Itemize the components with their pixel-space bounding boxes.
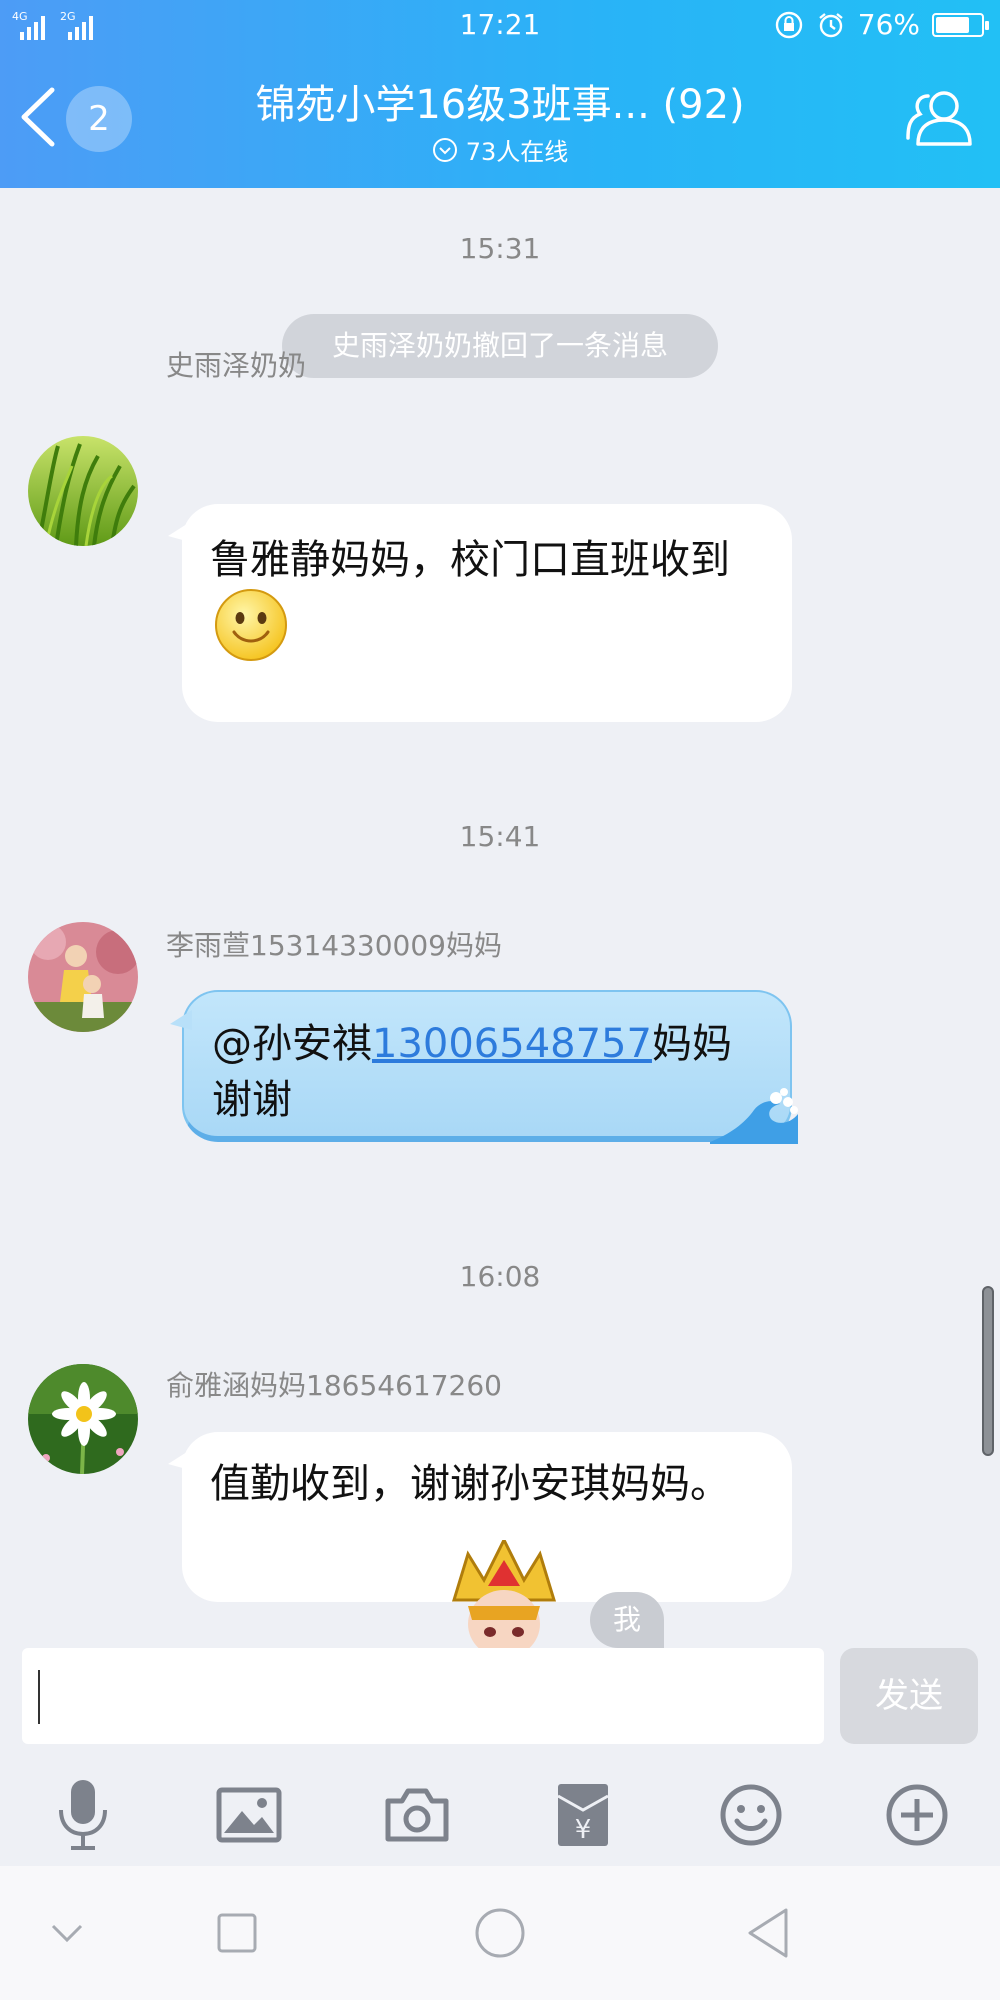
microphone-icon[interactable] xyxy=(38,1770,128,1860)
message-bubble[interactable]: 鲁雅静妈妈，校门口直班收到 xyxy=(168,504,792,722)
red-packet-icon[interactable]: ¥ xyxy=(538,1770,628,1860)
message-input[interactable] xyxy=(22,1648,824,1744)
chevron-down-circle-icon xyxy=(432,137,457,162)
online-count: 73人在线 xyxy=(465,138,569,166)
header-bar: 4G 2G 17:21 76% 2 锦苑小学16级3班事... (92) 73人… xyxy=(0,0,1000,188)
input-toolbar: ¥ xyxy=(0,1770,1000,1860)
image-icon[interactable] xyxy=(204,1770,294,1860)
warrior-sticker[interactable] xyxy=(444,1536,564,1648)
chevron-down-icon[interactable] xyxy=(32,1898,102,1968)
camera-icon[interactable] xyxy=(372,1770,462,1860)
daisy-avatar[interactable] xyxy=(28,1364,138,1474)
message-timestamp: 15:31 xyxy=(459,232,541,265)
sender-name: 李雨萱15314330009妈妈 xyxy=(166,929,502,962)
chat-message-list[interactable]: 15:31 史雨泽奶奶撤回了一条消息 史雨泽奶奶 鲁雅静妈妈，校门口直班收到 1… xyxy=(0,188,1000,1648)
grass-avatar[interactable] xyxy=(28,436,138,546)
system-recall-notice: 史雨泽奶奶撤回了一条消息 xyxy=(282,314,718,378)
battery-icon xyxy=(932,12,989,37)
battery-level xyxy=(936,16,969,33)
battery-percent: 76% xyxy=(857,8,920,41)
sender-name: 史雨泽奶奶 xyxy=(166,349,307,382)
message-timestamp: 15:41 xyxy=(459,820,541,853)
message-timestamp: 16:08 xyxy=(459,1260,541,1293)
message-bubble[interactable]: @孙安祺13006548757妈妈谢谢 xyxy=(170,990,798,1144)
recent-apps-icon[interactable] xyxy=(202,1898,272,1968)
back-triangle-icon[interactable] xyxy=(734,1898,804,1968)
system-nav-bar xyxy=(0,1866,1000,2000)
input-area: 发送 ¥ xyxy=(0,1648,1000,1866)
home-icon[interactable] xyxy=(465,1898,535,1968)
sender-name: 俞雅涵妈妈18654617260 xyxy=(166,1369,502,1402)
children-photo-avatar[interactable] xyxy=(28,922,138,1032)
emoji-icon[interactable] xyxy=(706,1770,796,1860)
phone-link[interactable]: 13006548757 xyxy=(372,1021,652,1067)
smile-emoji-icon xyxy=(215,589,287,661)
message-text: 鲁雅静妈妈，校门口直班收到 xyxy=(210,537,730,583)
svg-text:¥: ¥ xyxy=(575,1815,592,1845)
text-cursor xyxy=(38,1670,40,1724)
scrollbar[interactable] xyxy=(982,1286,994,1456)
online-status[interactable]: 73人在线 xyxy=(0,132,1000,167)
sticker-label: 我 xyxy=(590,1592,664,1648)
message-text: 值勤收到，谢谢孙安琪妈妈。 xyxy=(210,1461,730,1507)
chat-title[interactable]: 锦苑小学16级3班事... (92) xyxy=(170,72,830,130)
group-members-button[interactable] xyxy=(904,82,978,156)
alarm-icon xyxy=(819,12,843,37)
lock-rotation-icon xyxy=(775,11,802,38)
plus-icon[interactable] xyxy=(872,1770,962,1860)
status-right-group: 76% xyxy=(774,8,989,41)
send-button[interactable]: 发送 xyxy=(840,1648,978,1744)
wave-decoration-icon xyxy=(710,1088,798,1144)
status-bar: 4G 2G 17:21 76% xyxy=(0,0,1000,50)
message-mention: @孙安祺 xyxy=(212,1021,372,1067)
people-icon xyxy=(906,91,972,146)
